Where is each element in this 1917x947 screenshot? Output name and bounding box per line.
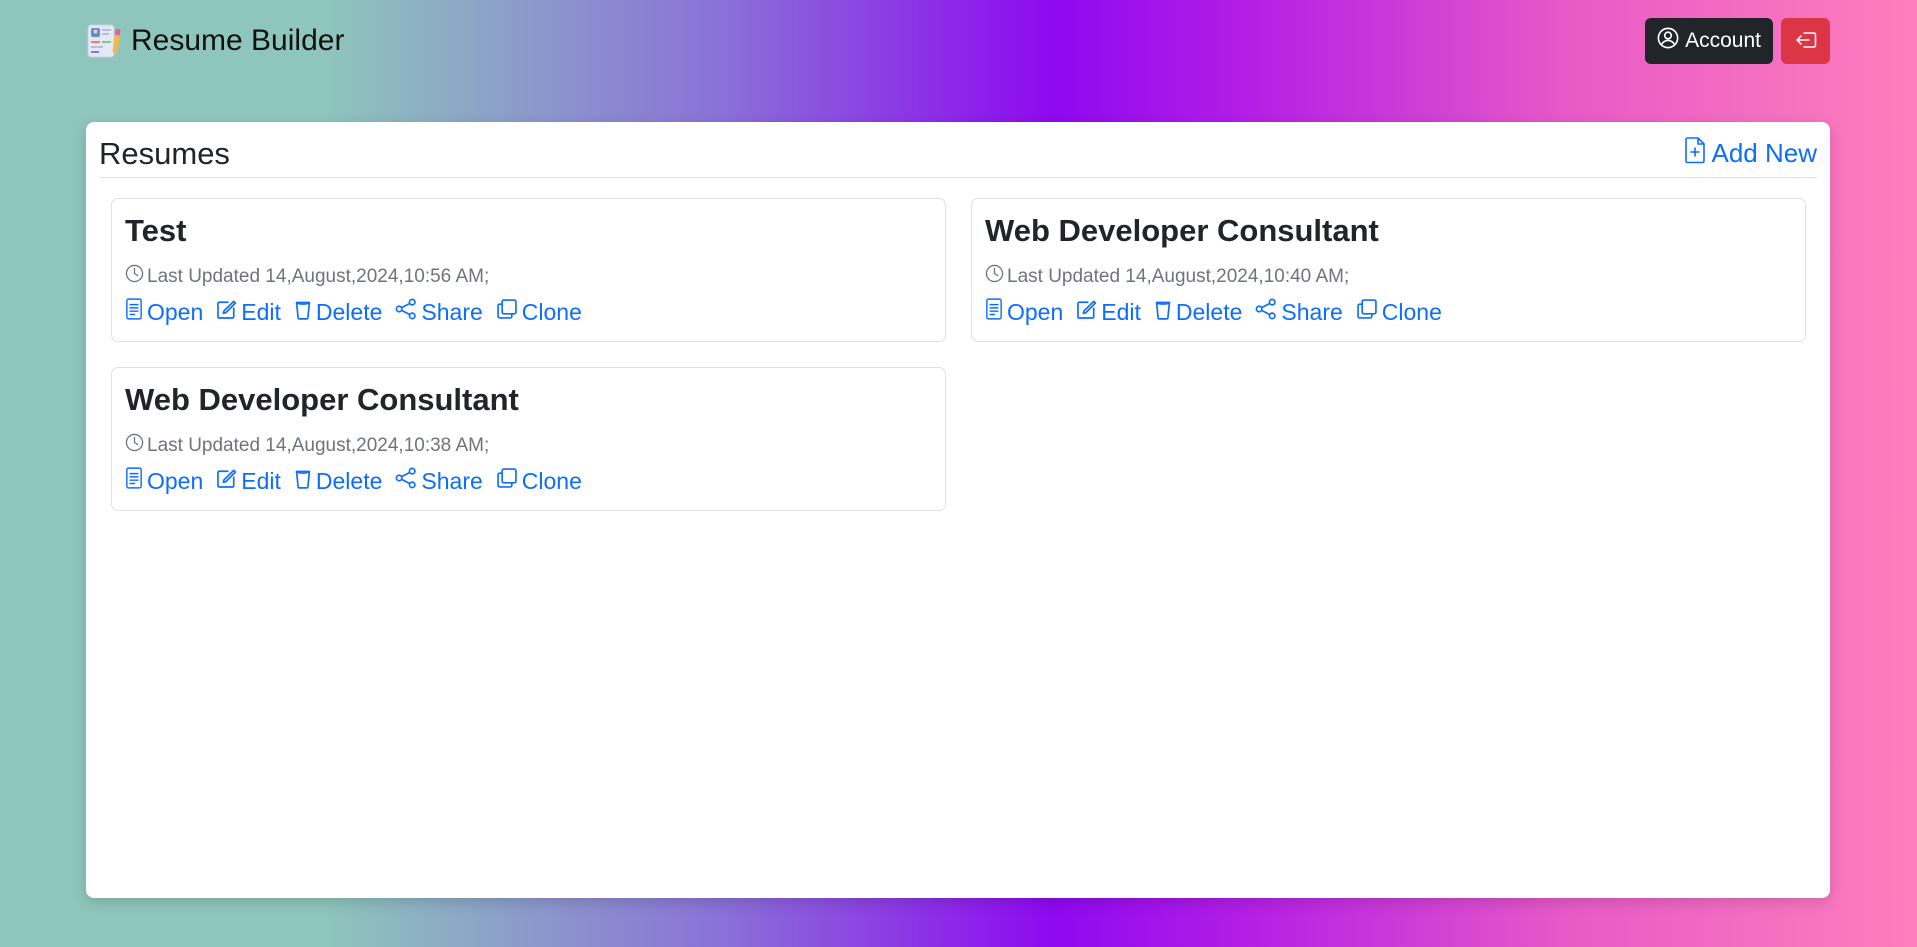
resume-title: Web Developer Consultant <box>985 213 1379 248</box>
edit-link[interactable]: Edit <box>1076 299 1141 326</box>
copy-icon <box>496 467 518 495</box>
delete-link[interactable]: Delete <box>1154 299 1242 326</box>
share-icon <box>395 298 417 326</box>
clone-label: Clone <box>521 298 582 325</box>
file-text-icon <box>985 298 1003 326</box>
open-link[interactable]: Open <box>985 298 1063 326</box>
account-button[interactable]: Account <box>1645 18 1773 64</box>
last-updated-text: Last Updated 14,August,2024,10:38 AM; <box>147 434 490 456</box>
pencil-square-icon <box>216 468 237 495</box>
person-circle-icon <box>1657 27 1679 55</box>
edit-label: Edit <box>241 298 281 325</box>
resume-card: Web Developer Consultant Last Updated 14… <box>111 367 946 511</box>
clock-icon <box>125 264 144 289</box>
resume-title: Web Developer Consultant <box>125 382 519 417</box>
pencil-square-icon <box>216 299 237 326</box>
resume-title: Test <box>125 213 187 248</box>
file-text-icon <box>125 467 143 495</box>
add-new-label: Add New <box>1711 138 1818 168</box>
copy-icon <box>1356 298 1378 326</box>
share-link[interactable]: Share <box>1255 298 1343 326</box>
delete-link[interactable]: Delete <box>294 299 382 326</box>
delete-label: Delete <box>1175 298 1243 325</box>
account-label: Account <box>1685 29 1761 52</box>
last-updated: Last Updated 14,August,2024,10:38 AM; <box>125 433 489 458</box>
brand[interactable]: Resume Builder <box>86 23 344 59</box>
resumes-panel: Resumes Add New Test Last Updated 14,Aug… <box>86 122 1830 898</box>
edit-label: Edit <box>1101 298 1141 325</box>
edit-link[interactable]: Edit <box>216 468 281 495</box>
add-new-link[interactable]: Add New <box>1684 136 1818 171</box>
last-updated: Last Updated 14,August,2024,10:40 AM; <box>985 264 1349 289</box>
share-link[interactable]: Share <box>395 467 483 495</box>
logout-button[interactable] <box>1781 18 1830 64</box>
trash-icon <box>294 299 312 326</box>
trash-icon <box>1154 299 1172 326</box>
clock-icon <box>985 264 1004 289</box>
delete-label: Delete <box>315 298 383 325</box>
delete-label: Delete <box>315 467 383 494</box>
brand-title: Resume Builder <box>131 24 345 57</box>
edit-link[interactable]: Edit <box>216 299 281 326</box>
last-updated: Last Updated 14,August,2024,10:56 AM; <box>125 264 489 289</box>
card-actions: Open Edit Delete Share Clone <box>125 467 595 495</box>
file-plus-icon <box>1684 136 1706 171</box>
clock-icon <box>125 433 144 458</box>
share-link[interactable]: Share <box>395 298 483 326</box>
clone-label: Clone <box>1381 298 1442 325</box>
card-actions: Open Edit Delete Share Clone <box>985 298 1455 326</box>
resume-card: Test Last Updated 14,August,2024,10:56 A… <box>111 198 946 342</box>
clone-label: Clone <box>521 467 582 494</box>
share-label: Share <box>1281 298 1343 325</box>
clone-link[interactable]: Clone <box>496 298 582 326</box>
resume-logo-icon <box>86 23 122 59</box>
last-updated-text: Last Updated 14,August,2024,10:56 AM; <box>147 265 490 287</box>
share-icon <box>395 467 417 495</box>
delete-link[interactable]: Delete <box>294 468 382 495</box>
clone-link[interactable]: Clone <box>1356 298 1442 326</box>
navbar: Resume Builder Account <box>86 17 1830 65</box>
resume-card: Web Developer Consultant Last Updated 14… <box>971 198 1806 342</box>
panel-header: Resumes Add New <box>99 130 1817 178</box>
nav-actions: Account <box>1645 18 1830 64</box>
open-link[interactable]: Open <box>125 467 203 495</box>
page-title: Resumes <box>99 135 230 171</box>
share-label: Share <box>421 467 483 494</box>
card-actions: Open Edit Delete Share Clone <box>125 298 595 326</box>
edit-label: Edit <box>241 467 281 494</box>
trash-icon <box>294 468 312 495</box>
open-label: Open <box>1007 298 1064 325</box>
box-arrow-left-icon <box>1795 31 1817 52</box>
clone-link[interactable]: Clone <box>496 467 582 495</box>
share-label: Share <box>421 298 483 325</box>
copy-icon <box>496 298 518 326</box>
last-updated-text: Last Updated 14,August,2024,10:40 AM; <box>1007 265 1350 287</box>
open-link[interactable]: Open <box>125 298 203 326</box>
file-text-icon <box>125 298 143 326</box>
open-label: Open <box>147 467 204 494</box>
pencil-square-icon <box>1076 299 1097 326</box>
share-icon <box>1255 298 1277 326</box>
open-label: Open <box>147 298 204 325</box>
